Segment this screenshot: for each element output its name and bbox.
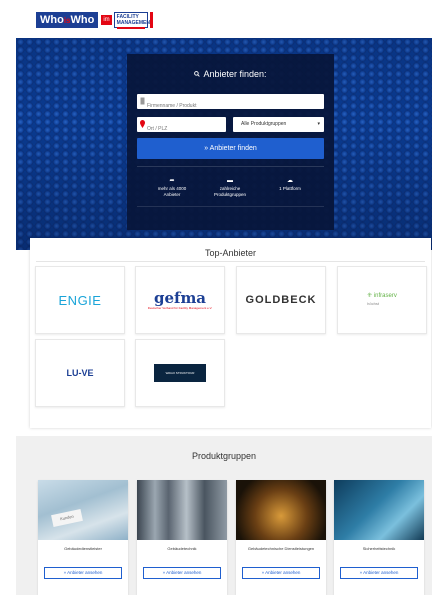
infraserv-logo-sub: höchst: [367, 300, 379, 306]
logo-facility-management: FACILITY MANAGEMENT: [113, 12, 153, 29]
search-icon: [194, 71, 201, 79]
dark-brand-logo: WAGO STRUKTOUR: [154, 364, 206, 382]
page: WhoisWho im FACILITY MANAGEMENT Anbieter…: [0, 0, 432, 595]
find-provider-button[interactable]: » Anbieter finden: [137, 138, 324, 159]
product-group-label: Sicherheitstechnik: [362, 546, 396, 551]
arrow-icon: ➦: [169, 178, 175, 184]
folder-sticker: Kunden: [51, 509, 83, 527]
search-title: Anbieter finden:: [127, 69, 334, 79]
stat-groups: ▬ zahlreiche Produktgruppen: [200, 178, 260, 198]
stat-platform: ☁ 1 Plattform: [260, 178, 320, 192]
gefma-logo-text: gefma: [153, 288, 207, 307]
product-group-card[interactable]: Gebäudetechnik » Anbieter ansehen: [137, 480, 227, 595]
logo-word-is: is: [63, 16, 71, 25]
product-group-select-value: Alle Produktgruppen: [241, 121, 287, 127]
site-header: WhoisWho im FACILITY MANAGEMENT: [0, 0, 432, 38]
gefma-logo: gefma Deutscher Verband für Facility Man…: [147, 288, 213, 310]
top-providers-title: Top-Anbieter: [204, 248, 257, 258]
logo-fm-text: FACILITY MANAGEMENT: [116, 14, 154, 26]
product-group-label: Gebäudetechnische Dienstleistungen: [247, 546, 315, 551]
product-group-label: Gebäudetechnik: [167, 546, 197, 551]
stat-groups-line2: Produktgruppen: [213, 192, 247, 197]
provider-card-gefma[interactable]: gefma Deutscher Verband für Facility Man…: [135, 266, 225, 334]
stat-providers-line1: mehr als 4000: [157, 186, 187, 191]
infraserv-logo-text: infraserv: [373, 292, 397, 299]
logo-fm-bar: [116, 27, 145, 29]
view-providers-button[interactable]: » Anbieter ansehen: [242, 567, 320, 579]
logo-word-who-2: Who: [70, 14, 95, 26]
stat-providers: ➦ mehr als 4000 Anbieter: [142, 178, 202, 198]
site-logo[interactable]: WhoisWho im FACILITY MANAGEMENT: [36, 12, 153, 29]
view-providers-button[interactable]: » Anbieter ansehen: [340, 567, 418, 579]
cloud-icon: ☁: [287, 178, 293, 184]
product-group-select[interactable]: Alle Produktgruppen ▾: [233, 117, 324, 132]
logo-red-bar: [149, 12, 153, 28]
view-providers-button[interactable]: » Anbieter ansehen: [44, 567, 122, 579]
provider-card-luve[interactable]: LU-VE: [35, 339, 125, 407]
luve-logo: LU-VE: [66, 368, 94, 378]
infraserv-mark-icon: ⁜: [367, 292, 373, 299]
truck-icon: ▬: [227, 178, 233, 184]
location-field[interactable]: [137, 117, 226, 137]
engie-logo: ENGIE: [58, 292, 102, 308]
provider-card-dark[interactable]: WAGO STRUKTOUR: [135, 339, 225, 407]
product-group-card[interactable]: Gebäudetechnische Dienstleistungen » Anb…: [236, 480, 326, 595]
view-providers-button[interactable]: » Anbieter ansehen: [143, 567, 221, 579]
provider-card-goldbeck[interactable]: GOLDBECK: [236, 266, 326, 334]
goldbeck-logo: GOLDBECK: [245, 294, 317, 306]
product-group-card[interactable]: Kunden Gebäudedienstleister » Anbieter a…: [38, 480, 128, 595]
top-providers-divider: [36, 261, 425, 262]
stat-platform-line1: 1 Plattform: [279, 186, 301, 191]
building-icon: [140, 97, 145, 105]
location-input[interactable]: [137, 121, 226, 137]
company-input[interactable]: [137, 98, 324, 114]
provider-card-engie[interactable]: ENGIE: [35, 266, 125, 334]
product-group-label: Gebäudedienstleister: [64, 546, 102, 551]
logo-who-who: WhoisWho: [36, 12, 99, 28]
panel-divider-bottom: [137, 206, 324, 207]
gefma-logo-sub: Deutscher Verband für Facility Managemen…: [147, 305, 213, 310]
chevron-down-icon: ▾: [317, 121, 320, 127]
company-field[interactable]: [137, 94, 324, 114]
location-pin-icon: [140, 120, 145, 128]
panel-divider: [137, 166, 324, 167]
logo-im: im: [101, 15, 112, 25]
product-group-image: [137, 480, 227, 540]
infraserv-logo: ⁜ infraserv höchst: [367, 293, 397, 308]
product-group-image: [334, 480, 424, 540]
stat-groups-line1: zahlreiche: [219, 186, 241, 191]
product-group-image: [236, 480, 326, 540]
search-title-text: Anbieter finden:: [203, 69, 267, 79]
product-group-card[interactable]: Sicherheitstechnik » Anbieter ansehen: [334, 480, 424, 595]
product-groups-title: Produktgruppen: [191, 451, 257, 461]
logo-word-who: Who: [40, 14, 64, 26]
provider-card-infraserv[interactable]: ⁜ infraserv höchst: [337, 266, 427, 334]
product-group-image: Kunden: [38, 480, 128, 540]
left-margin: [0, 38, 16, 595]
stat-providers-line2: Anbieter: [163, 192, 181, 197]
